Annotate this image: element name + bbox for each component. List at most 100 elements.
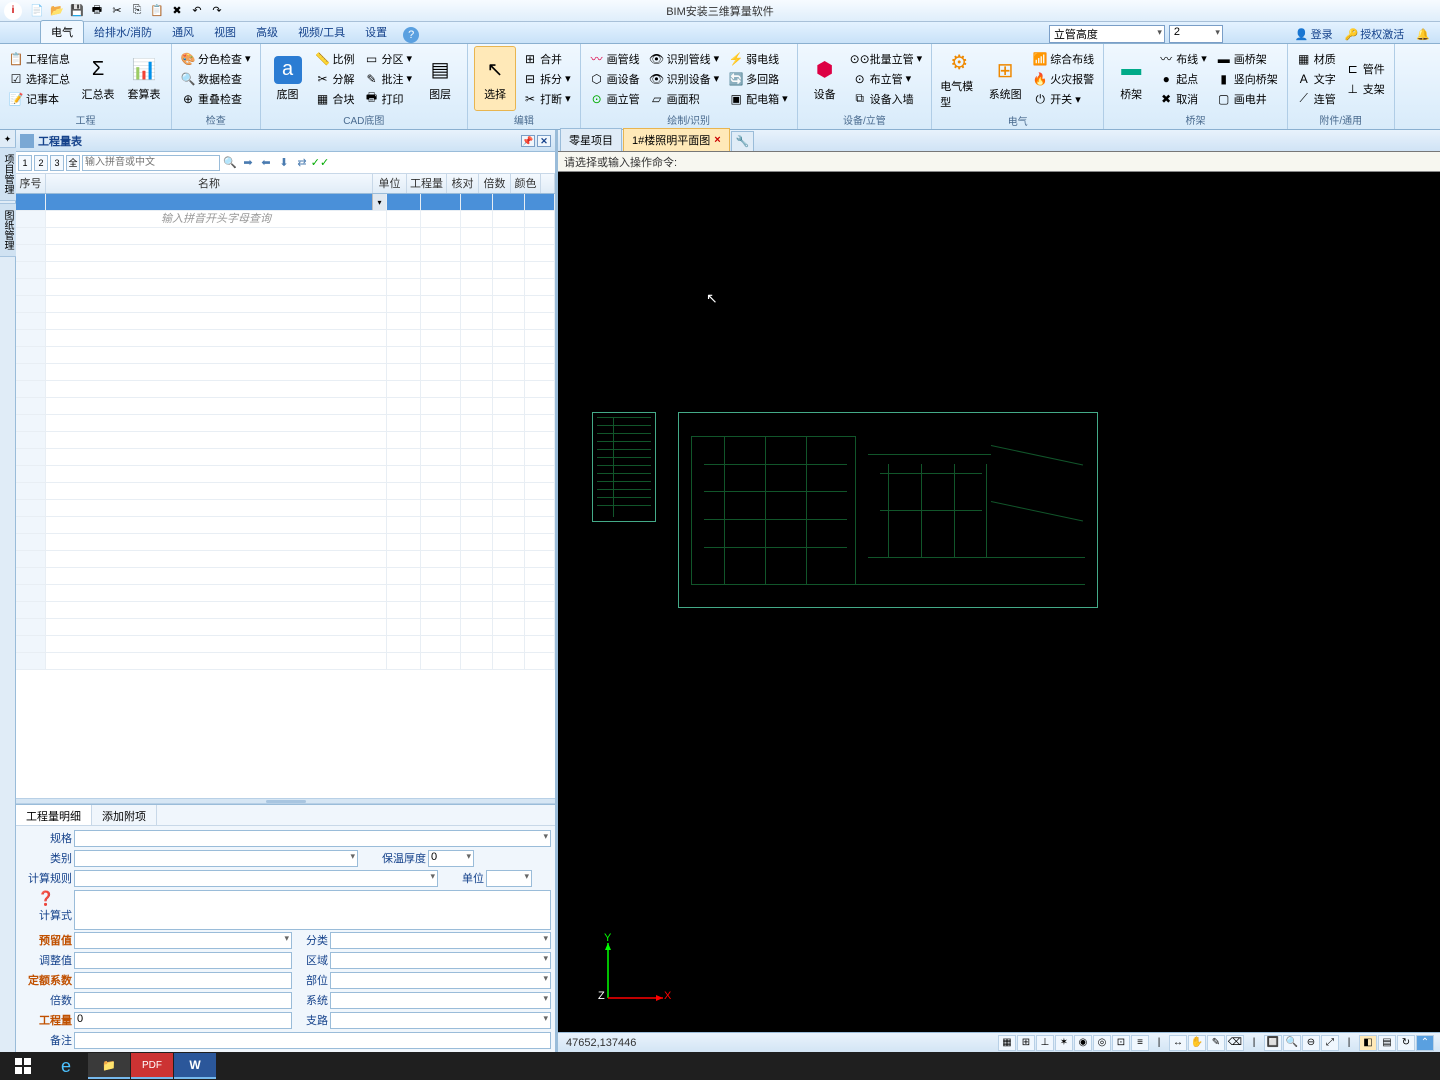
- type-input[interactable]: [74, 850, 358, 867]
- grid-row-empty[interactable]: [16, 381, 555, 398]
- osnap-tool[interactable]: ◉: [1074, 1035, 1092, 1051]
- rule-input[interactable]: [74, 870, 438, 887]
- grid-row-empty[interactable]: [16, 364, 555, 381]
- page-all[interactable]: 全: [66, 155, 80, 171]
- grid-row-empty[interactable]: [16, 262, 555, 279]
- page-3[interactable]: 3: [50, 155, 64, 171]
- btn-vertical-tray[interactable]: ▮竖向桥架: [1214, 69, 1281, 88]
- btn-distribution-box[interactable]: ▣配电箱▾: [726, 89, 791, 108]
- unit-input[interactable]: [486, 870, 532, 887]
- grid-row-empty[interactable]: [16, 398, 555, 415]
- nav-next-icon[interactable]: ➡: [240, 155, 256, 171]
- quota-input[interactable]: [74, 972, 292, 989]
- btn-fire-alarm[interactable]: 🔥火灾报警: [1030, 70, 1097, 89]
- notify-icon[interactable]: 🔔: [1412, 28, 1434, 41]
- btn-elec-model[interactable]: ⚙电气模型: [938, 46, 980, 112]
- btn-merge[interactable]: ⊞合并: [520, 49, 574, 68]
- btn-explode[interactable]: ✂分解: [313, 69, 358, 88]
- btn-draw-pipe[interactable]: 〰画管线: [587, 49, 643, 68]
- grid-row-empty[interactable]: [16, 602, 555, 619]
- btn-layer[interactable]: ▤图层: [419, 46, 461, 111]
- grid-row-empty[interactable]: [16, 347, 555, 364]
- btn-split[interactable]: ⊟拆分▾: [520, 69, 574, 88]
- header-color[interactable]: 颜色: [511, 174, 541, 193]
- header-seq[interactable]: 序号: [16, 174, 46, 193]
- qty-input[interactable]: 0: [74, 1012, 292, 1029]
- btn-cabling[interactable]: 📶综合布线: [1030, 50, 1097, 69]
- btn-color-check[interactable]: 🎨分色检查▾: [178, 49, 254, 68]
- sys-input[interactable]: [330, 992, 551, 1009]
- ortho-tool[interactable]: ⊥: [1036, 1035, 1054, 1051]
- taskbar-pdf[interactable]: PDF: [131, 1053, 173, 1079]
- ribbon-tab-plumbing[interactable]: 给排水/消防: [84, 21, 162, 43]
- grid-row-empty[interactable]: [16, 636, 555, 653]
- part-input[interactable]: [330, 972, 551, 989]
- search-icon[interactable]: 🔍: [222, 155, 238, 171]
- nav-down-icon[interactable]: ⬇: [276, 155, 292, 171]
- ribbon-tab-ventilation[interactable]: 通风: [162, 21, 204, 43]
- btn-draw-riser[interactable]: ⊙画立管: [587, 89, 643, 108]
- detail-tab-add[interactable]: 添加附项: [92, 805, 157, 825]
- grid-row-empty[interactable]: [16, 296, 555, 313]
- btn-select[interactable]: ↖选择: [474, 46, 516, 111]
- pan-tool[interactable]: ✋: [1188, 1035, 1206, 1051]
- riser-height-combo[interactable]: 立管高度: [1049, 25, 1165, 43]
- remark-input[interactable]: [74, 1032, 551, 1049]
- btn-place-riser[interactable]: ⊙布立管▾: [850, 69, 926, 88]
- grid-row-empty[interactable]: [16, 245, 555, 262]
- grid-row-empty[interactable]: [16, 330, 555, 347]
- login-button[interactable]: 👤登录: [1291, 26, 1337, 42]
- btn-support[interactable]: ⊥支架: [1343, 79, 1388, 98]
- btn-project-info[interactable]: 📋工程信息: [6, 49, 73, 68]
- page-1[interactable]: 1: [18, 155, 32, 171]
- panel-pin-icon[interactable]: 📌: [521, 135, 535, 147]
- grid-row-empty[interactable]: [16, 432, 555, 449]
- qat-cut[interactable]: ✂: [108, 2, 126, 20]
- nav-check-icon[interactable]: ✓✓: [312, 155, 328, 171]
- otrack-tool[interactable]: ◎: [1093, 1035, 1111, 1051]
- grid-row-empty[interactable]: [16, 279, 555, 296]
- header-qty[interactable]: 工程量: [407, 174, 447, 193]
- btn-material[interactable]: ▦材质: [1294, 49, 1339, 68]
- mul-input[interactable]: [74, 992, 292, 1009]
- grid-row-empty[interactable]: [16, 228, 555, 245]
- btn-select-summary[interactable]: ☑选择汇总: [6, 69, 73, 88]
- grid-row-hint[interactable]: 输入拼音开头字母查询: [16, 211, 555, 228]
- grid-row-empty[interactable]: [16, 551, 555, 568]
- btn-weak-current[interactable]: ⚡弱电线: [726, 49, 791, 68]
- btn-recognize-pipe[interactable]: 👁识别管线▾: [647, 49, 723, 68]
- doc-tab-misc[interactable]: 零星项目: [560, 128, 622, 151]
- insulation-input[interactable]: 0: [428, 850, 474, 867]
- grid-row-empty[interactable]: [16, 619, 555, 636]
- side-tab-drawings[interactable]: 图纸管理: [0, 203, 17, 257]
- grid-row-empty[interactable]: [16, 500, 555, 517]
- btn-zone[interactable]: ▭分区▾: [362, 49, 416, 68]
- grid-row-empty[interactable]: [16, 449, 555, 466]
- taskbar-edge[interactable]: e: [45, 1053, 87, 1079]
- header-mul[interactable]: 倍数: [479, 174, 511, 193]
- grid-row-empty[interactable]: [16, 415, 555, 432]
- grid-body[interactable]: ▾输入拼音开头字母查询: [16, 194, 555, 798]
- detail-tab-qty[interactable]: 工程量明细: [16, 805, 92, 825]
- taskbar-word[interactable]: W: [174, 1053, 216, 1079]
- adjust-input[interactable]: [74, 952, 292, 969]
- grid-row-empty[interactable]: [16, 483, 555, 500]
- btn-text[interactable]: A文字: [1294, 69, 1339, 88]
- btn-system-diagram[interactable]: ⊞系统图: [984, 46, 1026, 112]
- zoom-in[interactable]: 🔍: [1283, 1035, 1301, 1051]
- grid-row-empty[interactable]: [16, 653, 555, 670]
- zoom-out[interactable]: ⊖: [1302, 1035, 1320, 1051]
- refresh-tool[interactable]: ↻: [1397, 1035, 1415, 1051]
- lwt-tool[interactable]: ≡: [1131, 1035, 1149, 1051]
- grid-row-empty[interactable]: [16, 534, 555, 551]
- cad-viewport[interactable]: ↖: [558, 172, 1440, 1032]
- btn-basemap[interactable]: a底图: [267, 46, 309, 111]
- btn-cable-tray[interactable]: ▬桥架: [1110, 46, 1152, 111]
- btn-switch[interactable]: ⏻开关▾: [1030, 90, 1097, 109]
- ribbon-tab-video-tools[interactable]: 视频/工具: [288, 21, 355, 43]
- header-check[interactable]: 核对: [447, 174, 479, 193]
- btn-data-check[interactable]: 🔍数据检查: [178, 69, 254, 88]
- edit-tool[interactable]: ✎: [1207, 1035, 1225, 1051]
- page-2[interactable]: 2: [34, 155, 48, 171]
- ribbon-tab-view[interactable]: 视图: [204, 21, 246, 43]
